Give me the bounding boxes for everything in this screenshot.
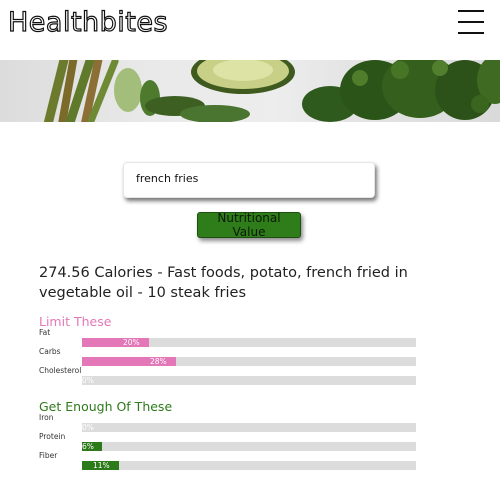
nutrient-label: Fat bbox=[39, 328, 51, 337]
nutrient-progress-bar: 0% bbox=[82, 423, 416, 432]
limit-section-title: Limit These bbox=[39, 314, 112, 329]
menu-line bbox=[458, 21, 484, 23]
nutrient-percent-label: 28% bbox=[150, 357, 167, 366]
nutrient-percent-label: 6% bbox=[82, 442, 94, 451]
search-box bbox=[123, 162, 375, 198]
nutrient-label: Iron bbox=[39, 413, 54, 422]
nutrient-label: Protein bbox=[39, 432, 66, 441]
nutrient-percent-label: 0% bbox=[82, 376, 94, 385]
vegetables-banner-image bbox=[0, 60, 500, 122]
menu-line bbox=[458, 32, 484, 34]
food-search-input[interactable] bbox=[136, 172, 356, 185]
hamburger-icon[interactable] bbox=[458, 10, 484, 34]
nutritional-value-button[interactable]: Nutritional Value bbox=[197, 211, 301, 239]
enough-section-title: Get Enough Of These bbox=[39, 399, 173, 414]
nutrient-label: Cholesterol bbox=[39, 366, 82, 375]
nutrient-progress-bar: 20% bbox=[82, 338, 416, 347]
nutrient-progress-bar: 0% bbox=[82, 376, 416, 385]
nutrient-percent-label: 0% bbox=[82, 423, 94, 432]
nutrient-label: Carbs bbox=[39, 347, 61, 356]
nutrient-percent-label: 20% bbox=[123, 338, 140, 347]
nutrient-progress-bar: 11% bbox=[82, 461, 416, 470]
header: Healthbites bbox=[0, 0, 500, 60]
nutrient-progress-bar: 28% bbox=[82, 357, 416, 366]
nutrient-progress-bar: 6% bbox=[82, 442, 416, 451]
result-title: 274.56 Calories - Fast foods, potato, fr… bbox=[39, 265, 408, 301]
nutrient-percent-label: 11% bbox=[93, 461, 110, 470]
menu-line bbox=[458, 10, 484, 12]
logo[interactable]: Healthbites bbox=[7, 6, 168, 38]
nutrient-label: Fiber bbox=[39, 451, 58, 460]
vegetables-illustration bbox=[44, 60, 500, 122]
